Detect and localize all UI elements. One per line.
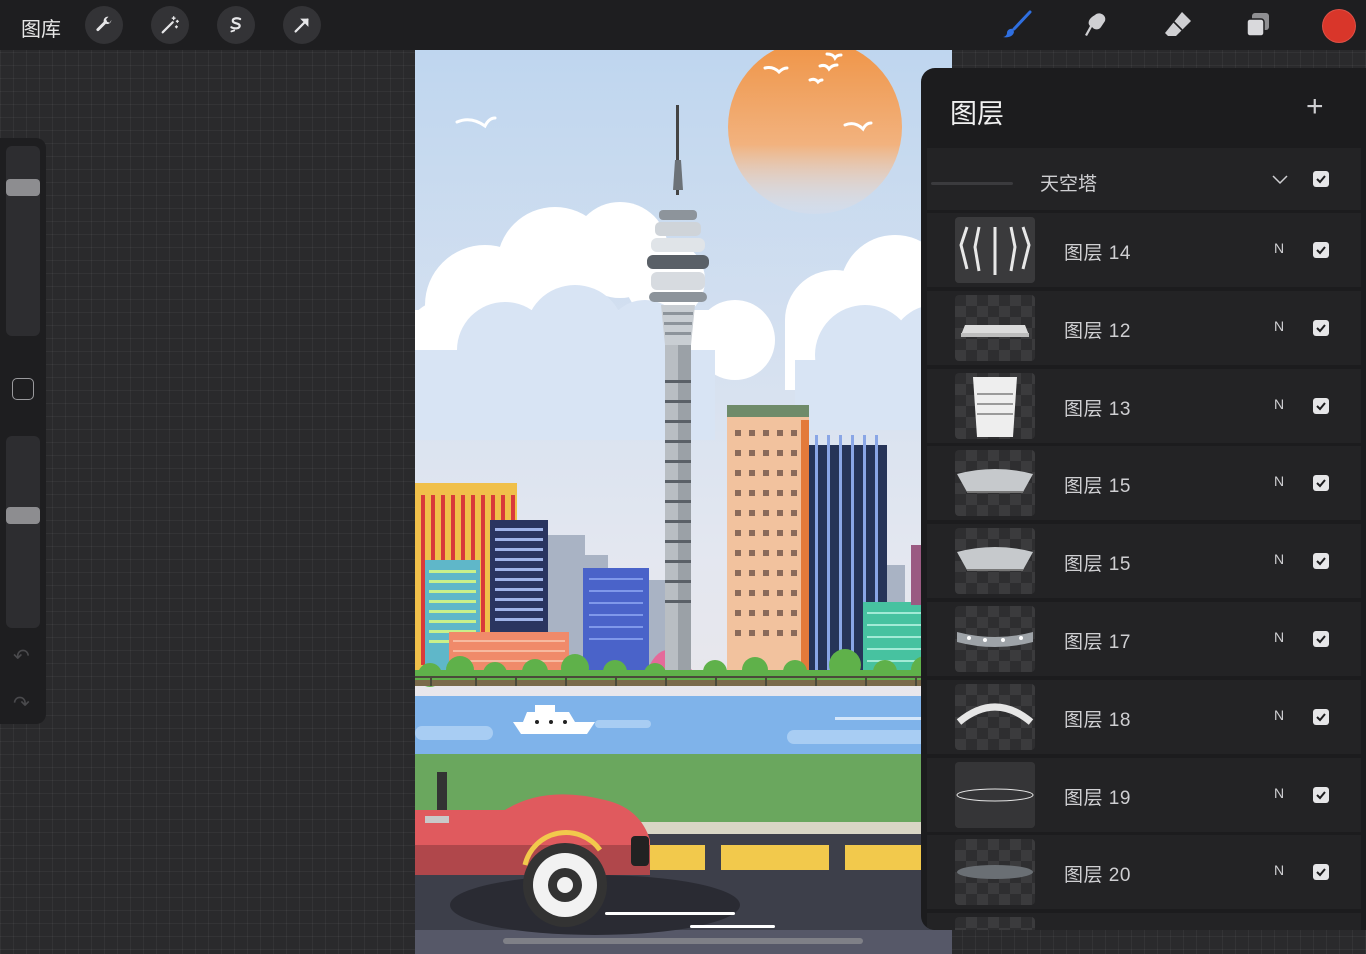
blend-mode-button[interactable]: N xyxy=(1274,862,1284,878)
layer-visibility-checkbox[interactable] xyxy=(1313,786,1329,803)
checkmark-icon xyxy=(1316,790,1326,800)
opacity-slider[interactable] xyxy=(6,436,40,628)
checkmark-icon xyxy=(1316,401,1326,411)
layer-visibility-checkbox[interactable] xyxy=(1313,242,1329,258)
layer-name: 图层 12 xyxy=(1064,320,1131,342)
checkmark-icon xyxy=(1316,635,1326,644)
group-visibility-checkbox[interactable] xyxy=(1313,171,1329,187)
left-sidebar: ↶ ↷ xyxy=(0,138,46,724)
layer-thumbnail xyxy=(955,839,1035,906)
layer-thumbnail xyxy=(955,372,1035,439)
layer-row[interactable]: 图层 19 N xyxy=(927,757,1361,832)
blend-mode-button[interactable]: N xyxy=(1274,473,1284,489)
brush-icon xyxy=(1003,10,1032,38)
checkmark-icon xyxy=(1316,324,1326,333)
layer-name: 图层 15 xyxy=(1064,554,1131,576)
layer-row[interactable]: 图层 20 N xyxy=(927,835,1361,910)
layer-thumbnail xyxy=(955,761,1035,828)
layer-group-row[interactable]: 天空塔 xyxy=(927,148,1361,210)
wrench-icon xyxy=(96,16,112,32)
smudge-button[interactable] xyxy=(1078,6,1116,44)
blend-mode-button[interactable]: N xyxy=(1274,396,1284,412)
checkmark-icon xyxy=(1316,557,1326,566)
layer-name: 图层 17 xyxy=(1064,632,1131,653)
layer-name: 图层 15 xyxy=(1064,476,1131,498)
brush-size-thumb[interactable] xyxy=(6,179,40,196)
redo-icon[interactable]: ↷ xyxy=(13,691,30,716)
layer-name: 图层 14 xyxy=(1064,243,1131,264)
eraser-button[interactable] xyxy=(1159,6,1197,44)
layer-row[interactable]: 图层 13 N xyxy=(927,368,1361,443)
opacity-thumb[interactable] xyxy=(6,507,40,524)
checkmark-icon xyxy=(1316,479,1326,488)
eraser-icon xyxy=(1165,12,1191,36)
top-toolbar: 图库 xyxy=(0,0,1366,50)
blend-mode-button[interactable]: N xyxy=(1274,318,1284,334)
layer-name: 图层 19 xyxy=(1064,787,1131,809)
magic-wand-icon xyxy=(161,16,179,34)
smudge-icon xyxy=(1085,13,1106,36)
brush-button[interactable] xyxy=(998,6,1036,44)
layer-thumbnail xyxy=(955,606,1035,672)
brush-size-slider[interactable] xyxy=(6,146,40,336)
transform-button[interactable] xyxy=(283,6,321,44)
layer-thumbnail xyxy=(955,294,1035,361)
layer-visibility-checkbox[interactable] xyxy=(1313,553,1329,570)
actions-button[interactable] xyxy=(85,6,123,44)
checkmark-icon xyxy=(1316,246,1326,255)
selection-button[interactable] xyxy=(217,6,255,44)
chevron-down-icon[interactable] xyxy=(1271,170,1289,188)
layer-thumbnail xyxy=(955,450,1035,517)
group-thumbnail xyxy=(931,182,1013,185)
adjustments-button[interactable] xyxy=(151,6,189,44)
layer-row[interactable]: 图层 15 N xyxy=(927,524,1361,599)
layers-button[interactable] xyxy=(1239,6,1277,44)
layer-row[interactable]: 图层 14 N xyxy=(927,213,1361,287)
layers-panel: 图层 + 天空塔 图层 14 N 图层 12 N 图层 13 N 图层 15 N 图层 15 N 图… xyxy=(921,68,1366,930)
checkmark-icon xyxy=(1316,713,1326,722)
layer-visibility-checkbox[interactable] xyxy=(1313,708,1329,725)
color-picker-button[interactable] xyxy=(1322,9,1356,43)
layers-icon xyxy=(1246,13,1269,37)
layer-thumbnail xyxy=(955,217,1035,283)
blend-mode-button[interactable]: N xyxy=(1274,707,1284,723)
layer-visibility-checkbox[interactable] xyxy=(1313,397,1329,414)
arrow-cursor-icon xyxy=(294,18,309,33)
layer-row[interactable]: 图层 15 N xyxy=(927,446,1361,521)
layer-visibility-checkbox[interactable] xyxy=(1313,319,1329,336)
gallery-button[interactable]: 图库 xyxy=(21,13,61,42)
layers-panel-title: 图层 xyxy=(950,99,1004,129)
layer-visibility-checkbox[interactable] xyxy=(1313,475,1329,492)
blend-mode-button[interactable]: N xyxy=(1274,240,1284,256)
layer-row[interactable]: 图层 18 N xyxy=(927,679,1361,754)
checkmark-icon xyxy=(1316,175,1326,184)
layer-visibility-checkbox[interactable] xyxy=(1313,631,1329,647)
layer-row-partial[interactable] xyxy=(927,913,1361,930)
layer-thumbnail xyxy=(955,917,1035,930)
modify-button[interactable] xyxy=(12,378,34,400)
layer-thumbnail xyxy=(955,683,1035,750)
layer-row[interactable]: 图层 17 N xyxy=(927,602,1361,676)
layer-row[interactable]: 图层 12 N xyxy=(927,290,1361,365)
checkmark-icon xyxy=(1316,868,1326,877)
layer-name: 图层 20 xyxy=(1064,865,1131,887)
layer-visibility-checkbox[interactable] xyxy=(1313,864,1329,881)
add-layer-button[interactable]: + xyxy=(1306,92,1324,122)
artwork-illustration xyxy=(415,50,952,954)
layer-name: 图层 13 xyxy=(1064,398,1131,420)
blend-mode-button[interactable]: N xyxy=(1274,551,1284,567)
undo-icon[interactable]: ↶ xyxy=(13,644,30,669)
layer-thumbnail xyxy=(955,528,1035,595)
drawing-canvas[interactable] xyxy=(415,50,952,954)
canvas-scroll-indicator[interactable] xyxy=(503,938,863,944)
blend-mode-button[interactable]: N xyxy=(1274,629,1284,645)
layer-group-name: 天空塔 xyxy=(1040,174,1098,195)
selection-s-icon xyxy=(230,17,242,33)
layer-name: 图层 18 xyxy=(1064,709,1131,731)
blend-mode-button[interactable]: N xyxy=(1274,785,1284,801)
